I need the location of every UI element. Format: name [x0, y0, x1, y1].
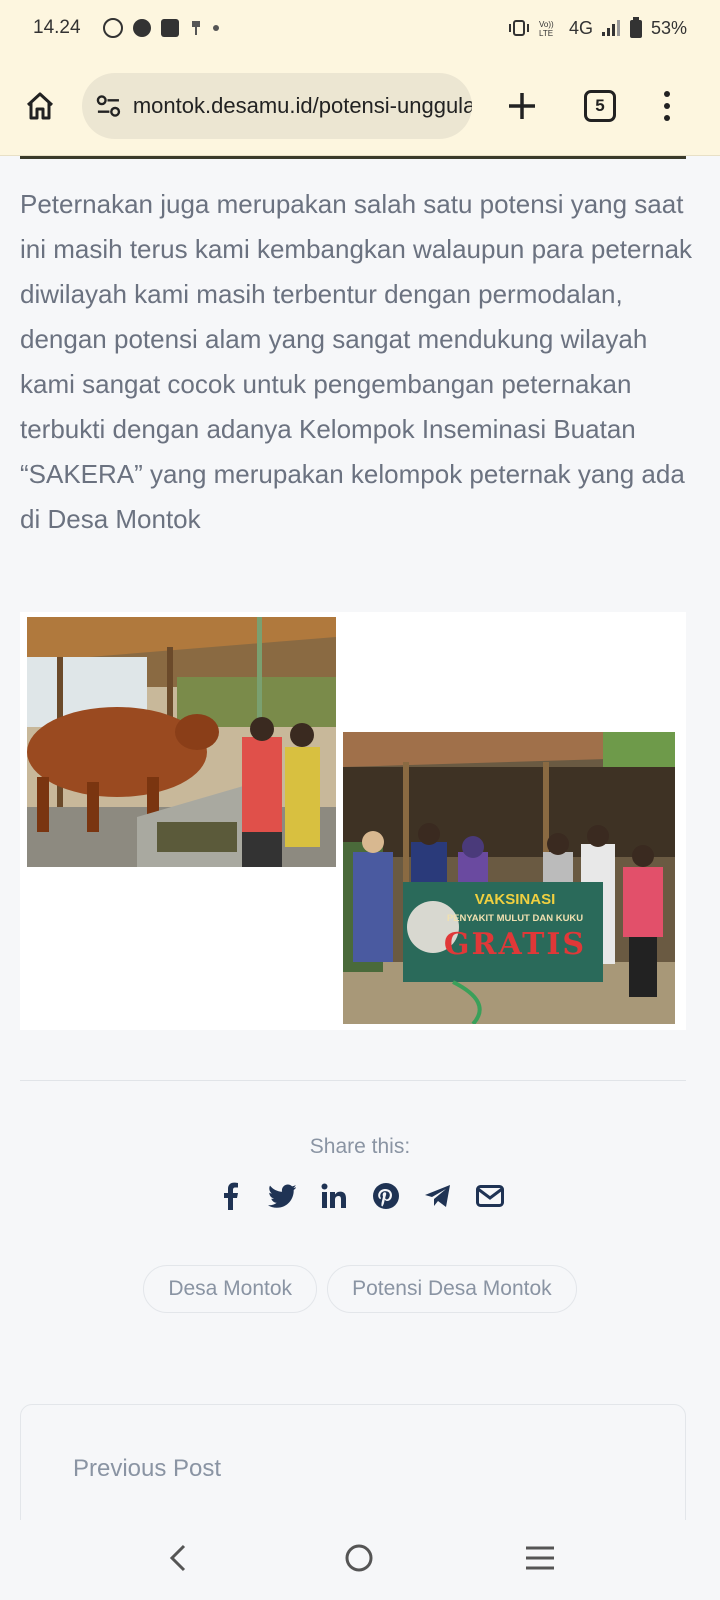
compass-icon	[132, 19, 151, 37]
twitter-icon[interactable]	[267, 1181, 297, 1211]
whatsapp-icon	[102, 18, 123, 38]
vibrate-icon	[508, 20, 529, 36]
new-tab-button[interactable]	[504, 88, 540, 124]
kebab-dot-icon	[664, 102, 670, 109]
previous-post-label: Previous Post	[73, 1455, 222, 1482]
more-notifications-icon	[212, 25, 219, 31]
home-nav-button[interactable]	[343, 1542, 375, 1579]
vaccination-event-photo: VAKSINASI PENYAKIT MULUT DAN KUKU GRATIS	[343, 732, 675, 1024]
status-bar: 14.24 Vo)) LTE 4G 53%	[0, 0, 720, 56]
tag-desa-montok[interactable]: Desa Montok	[143, 1265, 318, 1313]
email-icon[interactable]	[475, 1181, 505, 1211]
share-buttons	[0, 1181, 720, 1211]
battery-level: 53%	[650, 17, 687, 38]
back-icon	[170, 1544, 186, 1571]
signal-icon	[601, 20, 620, 36]
banner-subtitle: PENYAKIT MULUT DAN KUKU	[447, 913, 583, 924]
more-options-button[interactable]	[664, 90, 670, 121]
kebab-dot-icon	[664, 90, 670, 97]
browser-toolbar: montok.desamu.id/potensi-unggulan 5	[0, 56, 720, 156]
share-label: Share this:	[309, 1135, 411, 1158]
system-indicators: Vo)) LTE 4G 53%	[507, 17, 687, 39]
recents-icon	[525, 1546, 554, 1569]
mail-icon	[160, 19, 179, 37]
home-button[interactable]	[20, 86, 60, 126]
tag-potensi-desa-montok[interactable]: Potensi Desa Montok	[327, 1265, 577, 1313]
network-type: 4G	[568, 17, 593, 38]
facebook-icon[interactable]	[215, 1181, 245, 1211]
battery-icon	[629, 17, 642, 38]
recents-button[interactable]	[524, 1544, 556, 1577]
notification-icons	[102, 18, 219, 38]
circle-home-icon	[345, 1544, 373, 1571]
banner-title: VAKSINASI	[475, 891, 556, 908]
tab-switcher-button[interactable]: 5	[584, 89, 616, 122]
site-settings-icon[interactable]	[96, 94, 121, 118]
previous-image-edge	[20, 156, 686, 159]
cattle-barn-photo	[27, 617, 336, 867]
back-button[interactable]	[164, 1543, 194, 1578]
telegram-icon[interactable]	[423, 1181, 453, 1211]
plus-icon	[509, 92, 535, 119]
address-bar[interactable]: montok.desamu.id/potensi-unggulan	[82, 72, 472, 139]
home-icon	[26, 92, 54, 119]
kebab-dot-icon	[664, 114, 670, 121]
previous-post-card[interactable]: Previous Post	[20, 1404, 686, 1520]
svg-text:Vo)): Vo))	[539, 20, 554, 29]
article-paragraph: Peternakan juga merupakan salah satu pot…	[20, 189, 693, 534]
post-tags: Desa Montok Potensi Desa Montok	[0, 1265, 720, 1313]
content-divider	[20, 1080, 686, 1081]
svg-text:LTE: LTE	[539, 29, 553, 38]
page-content: Peternakan juga merupakan salah satu pot…	[0, 156, 720, 1520]
pinterest-icon[interactable]	[371, 1181, 401, 1211]
photo-collage[interactable]: VAKSINASI PENYAKIT MULUT DAN KUKU GRATIS	[20, 612, 686, 1030]
status-time: 14.24	[33, 17, 81, 38]
url-text: montok.desamu.id/potensi-unggulan	[132, 92, 472, 118]
usb-icon	[191, 21, 200, 35]
volte-icon: Vo))LTE	[539, 20, 554, 38]
banner-gratis: GRATIS	[444, 927, 586, 962]
linkedin-icon[interactable]	[319, 1181, 349, 1211]
system-navigation-bar	[0, 1520, 720, 1600]
